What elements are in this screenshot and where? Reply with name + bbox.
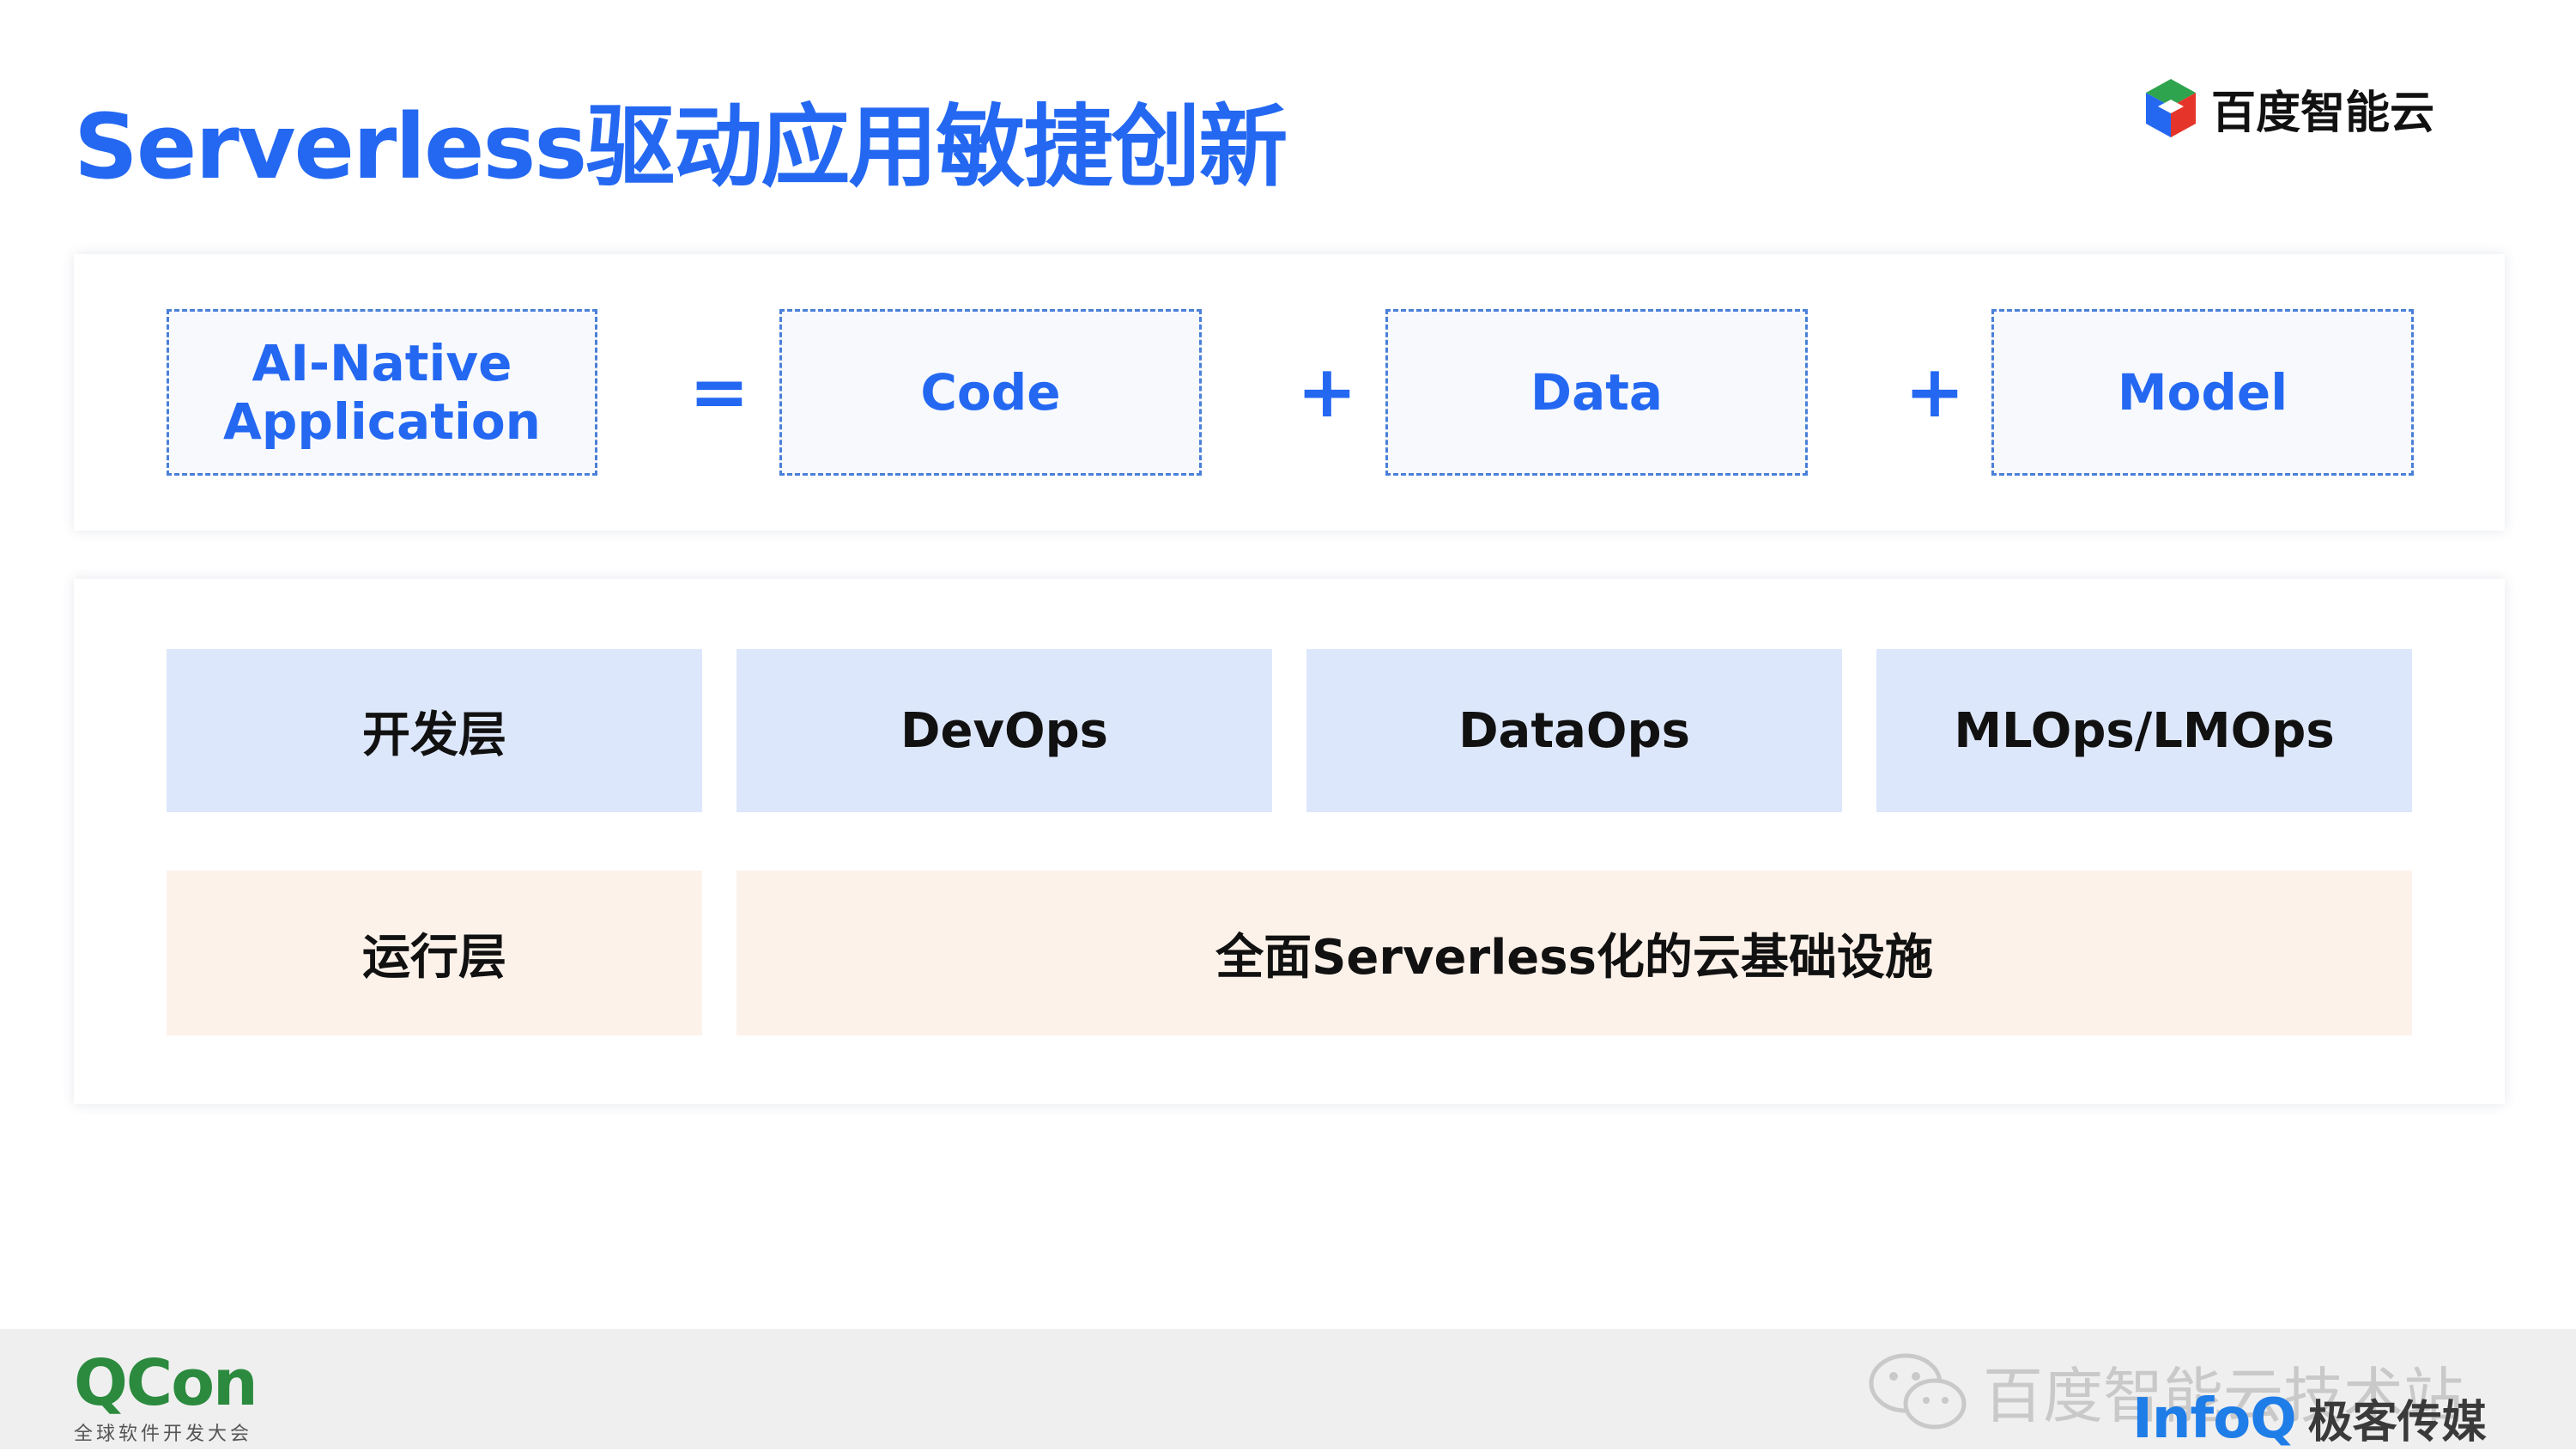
devops-cell: DevOps xyxy=(736,649,1272,812)
plus-sign: + xyxy=(1296,349,1358,434)
code-label: Code xyxy=(920,363,1061,422)
brand-logo: 百度智能云 xyxy=(2143,76,2434,141)
data-label: Data xyxy=(1530,363,1664,422)
qcon-wordmark: QCon xyxy=(74,1346,258,1420)
wechat-icon xyxy=(1869,1353,1967,1429)
model-label: Model xyxy=(2117,363,2288,422)
plus-sign: + xyxy=(1904,349,1966,434)
qcon-subtitle: 全球软件开发大会 xyxy=(74,1424,253,1445)
equals-sign: = xyxy=(688,349,750,434)
brand-name: 百度智能云 xyxy=(2211,87,2435,139)
geek-media-text: 极客传媒 xyxy=(2307,1397,2487,1448)
application-label: Application xyxy=(223,392,541,451)
layers-panel: 开发层 DevOps DataOps MLOps/LMOps 运行层 全面Ser… xyxy=(74,579,2505,1104)
runtime-layer-label: 运行层 xyxy=(167,871,702,1035)
ai-native-application-box: AI-Native Application xyxy=(167,309,597,476)
mlops-lmops-cell: MLOps/LMOps xyxy=(1876,649,2412,812)
page-title: Serverless驱动应用敏捷创新 xyxy=(74,94,1288,199)
model-box: Model xyxy=(1991,309,2414,476)
infoq-wordmark: InfoQ xyxy=(2132,1387,2297,1451)
code-box: Code xyxy=(779,309,1202,476)
qcon-logo: QCon 全球软件开发大会 xyxy=(74,1346,258,1446)
serverless-infrastructure-cell: 全面Serverless化的云基础设施 xyxy=(736,871,2412,1035)
footer-bar: QCon 全球软件开发大会 百度智能云技术站 InfoQ 极客传媒 xyxy=(0,1329,2576,1451)
baidu-cloud-cube-icon xyxy=(2146,79,2196,137)
dataops-cell: DataOps xyxy=(1306,649,1842,812)
ai-native-label: AI-Native xyxy=(252,334,512,392)
data-box: Data xyxy=(1385,309,1808,476)
equation-panel: AI-Native Application = Code + Data + Mo… xyxy=(74,254,2505,531)
dev-layer-label: 开发层 xyxy=(167,649,702,812)
infoq-logo: InfoQ 极客传媒 xyxy=(2132,1386,2487,1451)
